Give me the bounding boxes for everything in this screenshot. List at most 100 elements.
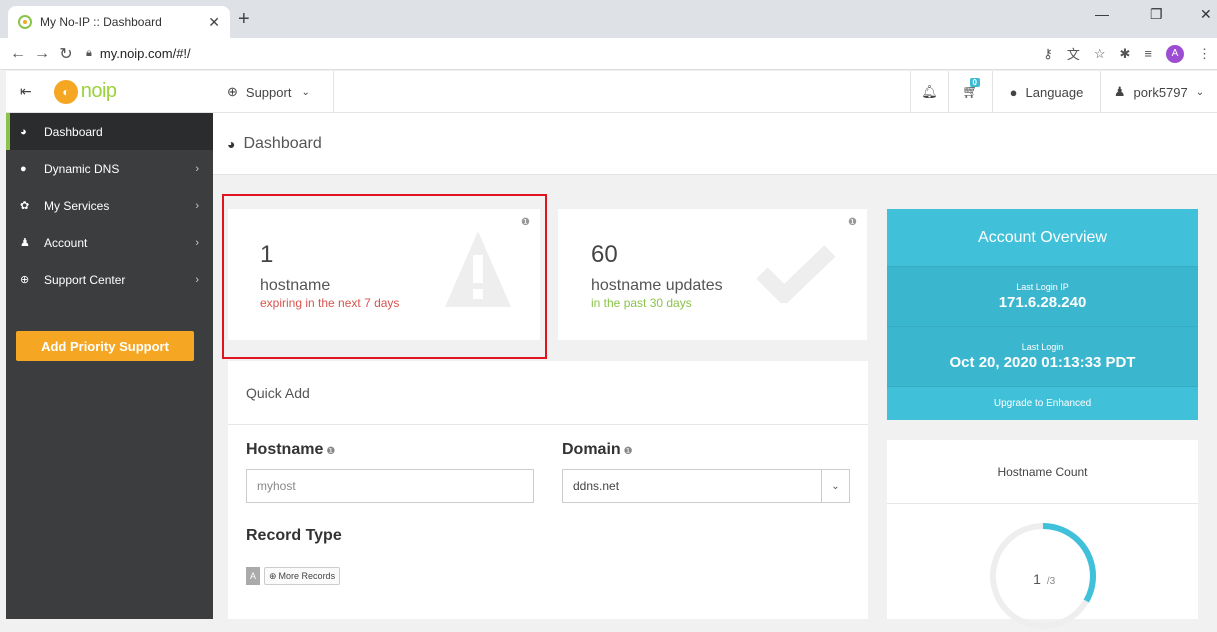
user-menu[interactable]: ♟ pork5797 ⌄ [1100,71,1217,113]
support-label: Support [245,84,292,100]
hostname-updates-card[interactable]: ❶ 60 hostname updates in the past 30 day… [558,209,867,340]
record-a-button[interactable]: A [246,567,260,585]
gear-icon: ✿ [20,200,30,212]
sidebar-item-my-services[interactable]: ✿ My Services › [6,187,213,224]
window-close-icon[interactable]: ✕ [1200,6,1212,23]
dashboard-icon: ◕ [20,125,27,138]
domain-value: ddns.net [573,479,620,493]
quick-add-title: Quick Add [228,361,868,425]
logo-mark-icon: ◐ [53,79,78,104]
tab-title: My No-IP :: Dashboard [40,15,162,29]
last-ip-label: Last Login IP [1016,282,1069,292]
checkmark-icon [756,245,836,303]
info-icon[interactable]: ❶ [326,446,335,457]
more-menu-icon[interactable]: ⋮ [1198,46,1211,62]
star-icon[interactable]: ☆ [1094,46,1106,62]
globe-icon: ● [20,162,27,175]
domain-label: Domain ❶ [562,441,633,459]
noip-favicon-icon [18,15,32,29]
url-text: my.noip.com/#!/ [99,46,191,61]
updates-count: 60 [591,241,618,268]
hostname-count-title: Hostname Count [887,440,1198,504]
account-overview-panel: Account Overview Last Login IP 171.6.28.… [887,209,1198,420]
gauge-total: /3 [1047,576,1056,587]
lifebuoy-icon: ⊕ [227,84,238,99]
hostname-placeholder: myhost [257,479,296,493]
sidebar-item-label: My Services [44,198,110,213]
sidebar-item-label: Support Center [44,272,126,287]
cart-button[interactable]: 🛒︎ 0 [948,71,992,113]
chevron-right-icon: › [195,199,199,212]
last-login-value: Oct 20, 2020 01:13:33 PDT [949,354,1136,371]
overview-title: Account Overview [887,209,1198,267]
sidebar-item-label: Dashboard [44,124,103,139]
chevron-down-icon: ⌄ [1195,86,1205,98]
domain-label-text: Domain [562,441,621,458]
updates-sub: in the past 30 days [591,296,692,310]
new-tab-icon[interactable]: + [238,8,250,31]
support-dropdown[interactable]: ⊕ Support ⌄ [213,71,334,113]
globe-icon: ● [1009,84,1018,100]
sidebar-toggle-icon[interactable]: ⇤ [20,83,32,100]
noip-logo[interactable]: ◐ noip [53,79,117,104]
username: pork5797 [1133,84,1188,100]
last-login-section: Last Login Oct 20, 2020 01:13:33 PDT [887,327,1198,387]
notifications-button[interactable]: 🔔︎ [910,71,948,113]
top-nav-right: 🔔︎ 🛒︎ 0 ● Language ♟ pork5797 ⌄ [910,71,1217,113]
translate-icon[interactable]: 文 [1067,44,1080,63]
add-priority-support-button[interactable]: Add Priority Support [16,331,194,361]
extension-icons: ⚷ 文 ☆ ✱ ≡ A ⋮ [1043,44,1211,63]
sidebar-item-dynamic-dns[interactable]: ● Dynamic DNS › [6,150,213,187]
profile-avatar[interactable]: A [1166,44,1184,63]
updates-label: hostname updates [591,277,723,294]
playlist-icon[interactable]: ≡ [1144,46,1152,61]
sidebar-item-dashboard[interactable]: ◕ Dashboard [6,113,213,150]
minimize-icon[interactable]: — [1095,6,1109,22]
upgrade-link[interactable]: Upgrade to Enhanced [887,387,1198,420]
chevron-down-icon: ⌄ [821,470,849,502]
more-records-button[interactable]: ⊕ More Records [264,567,341,585]
sidebar-item-label: Account [44,235,88,250]
chevron-right-icon: › [195,273,199,286]
quick-add-panel: Quick Add Hostname ❶ myhost Domain ❶ ddns.… [228,361,868,619]
info-icon[interactable]: ❶ [624,446,633,457]
user-icon: ♟ [1113,84,1126,99]
page-title: Dashboard [243,134,322,152]
chevron-down-icon: ⌄ [301,86,310,98]
more-records-label: More Records [278,571,336,581]
language-button[interactable]: ● Language [992,71,1100,113]
app-root: ⇤ ◐ noip ◕ Dashboard ● Dynamic DNS › ✿ M… [6,71,1217,629]
logo-text: noip [80,80,117,102]
plus-circle-icon: ⊕ [269,570,277,581]
puzzle-icon[interactable]: ✱ [1120,46,1131,62]
page-header: ◕ Dashboard [213,113,1217,175]
gauge-used: 1 [1033,571,1041,587]
forward-icon[interactable]: → [30,45,54,63]
last-login-label: Last Login [1021,342,1064,352]
sidebar-item-support-center[interactable]: ⊕ Support Center › [6,261,213,298]
hostname-input[interactable]: myhost [246,469,534,503]
browser-tab[interactable]: My No-IP :: Dashboard ✕ [8,6,230,38]
url-field[interactable]: 🔒︎ my.noip.com/#!/ [86,46,191,61]
lock-icon: 🔒︎ [86,47,92,59]
hostname-count-panel: Hostname Count 1 /3 [887,440,1198,629]
bell-icon: 🔔︎ [921,84,938,99]
hostname-label: Hostname ❶ [246,441,335,459]
hostname-count-gauge: 1 /3 [990,523,1096,629]
tab-close-icon[interactable]: ✕ [208,14,220,31]
info-icon[interactable]: ❶ [848,217,857,228]
browser-tab-bar: My No-IP :: Dashboard ✕ + — ❐ ✕ [0,0,1217,38]
domain-select[interactable]: ddns.net ⌄ [562,469,850,503]
user-icon: ♟ [20,237,30,249]
last-login-ip-section: Last Login IP 171.6.28.240 [887,267,1198,327]
chevron-right-icon: › [195,162,199,175]
sidebar-menu: ◕ Dashboard ● Dynamic DNS › ✿ My Service… [6,113,213,298]
lifebuoy-icon: ⊕ [20,274,30,286]
reload-icon[interactable]: ↻ [54,44,78,64]
back-icon[interactable]: ← [6,45,30,63]
chevron-right-icon: › [195,236,199,249]
restore-icon[interactable]: ❐ [1150,6,1163,23]
brand-bar: ⇤ ◐ noip [6,71,213,113]
key-icon[interactable]: ⚷ [1043,46,1053,62]
sidebar-item-account[interactable]: ♟ Account › [6,224,213,261]
